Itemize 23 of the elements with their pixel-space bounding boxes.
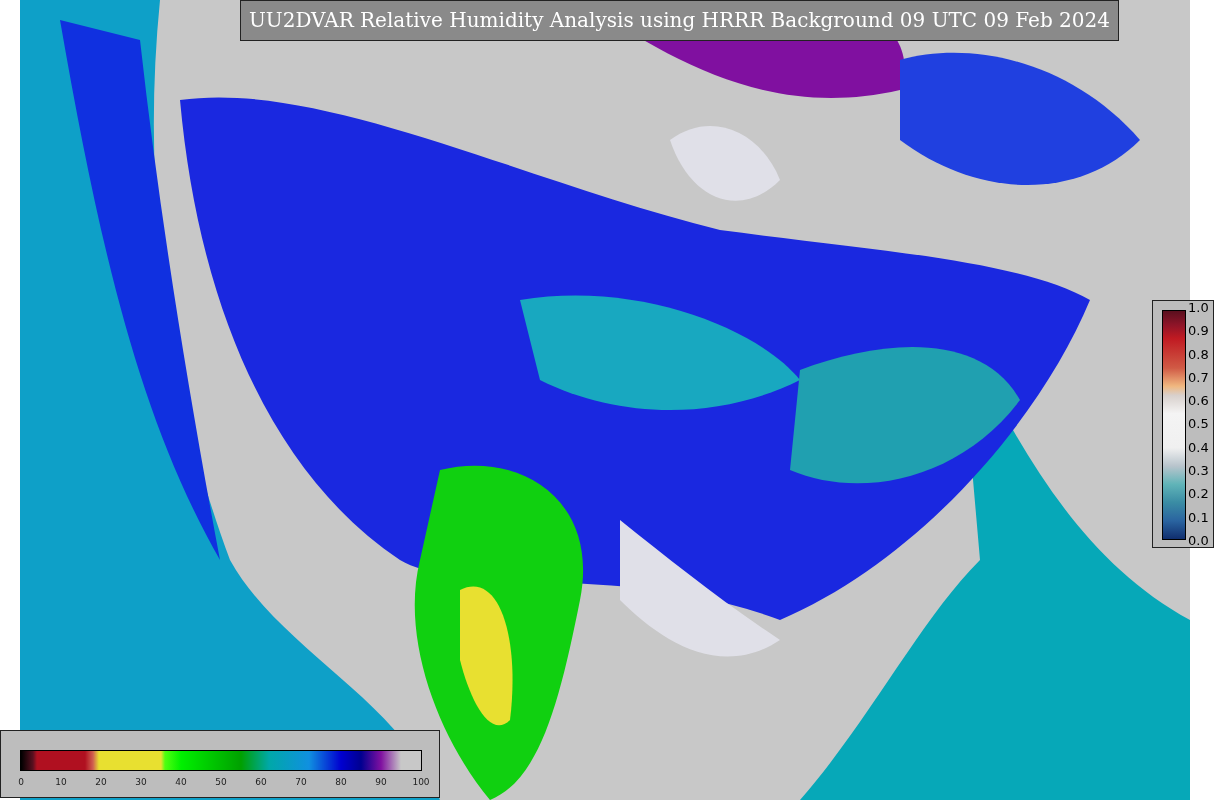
tick-label: 0.6 xyxy=(1188,394,1209,408)
tick-label: 0.5 xyxy=(1188,417,1209,431)
tick-label: 40 xyxy=(174,777,188,787)
tick-label: 0.3 xyxy=(1188,464,1209,478)
tick-label: 0 xyxy=(17,777,25,787)
tick-label: 0.4 xyxy=(1188,440,1209,454)
tick-label: 0.2 xyxy=(1188,487,1209,501)
tick-label: 0.1 xyxy=(1188,510,1209,524)
tick-label: 100 xyxy=(411,777,431,787)
tick-label: 60 xyxy=(254,777,268,787)
tick-label: 90 xyxy=(374,777,388,787)
tick-label: 1.0 xyxy=(1188,301,1209,314)
tick-label: 0.7 xyxy=(1188,370,1209,384)
tick-label: 20 xyxy=(94,777,108,787)
tick-label: 50 xyxy=(214,777,228,787)
tick-label: 0.8 xyxy=(1188,347,1209,361)
tick-label: 30 xyxy=(134,777,148,787)
tick-label: 10 xyxy=(54,777,68,787)
tick-label: 0.0 xyxy=(1188,533,1209,547)
map-title: UU2DVAR Relative Humidity Analysis using HRRR Background 09 UTC 09 Feb 2024 xyxy=(240,0,1119,41)
tick-label: 70 xyxy=(294,777,308,787)
tick-label: 0.9 xyxy=(1188,324,1209,338)
tick-label: 80 xyxy=(334,777,348,787)
